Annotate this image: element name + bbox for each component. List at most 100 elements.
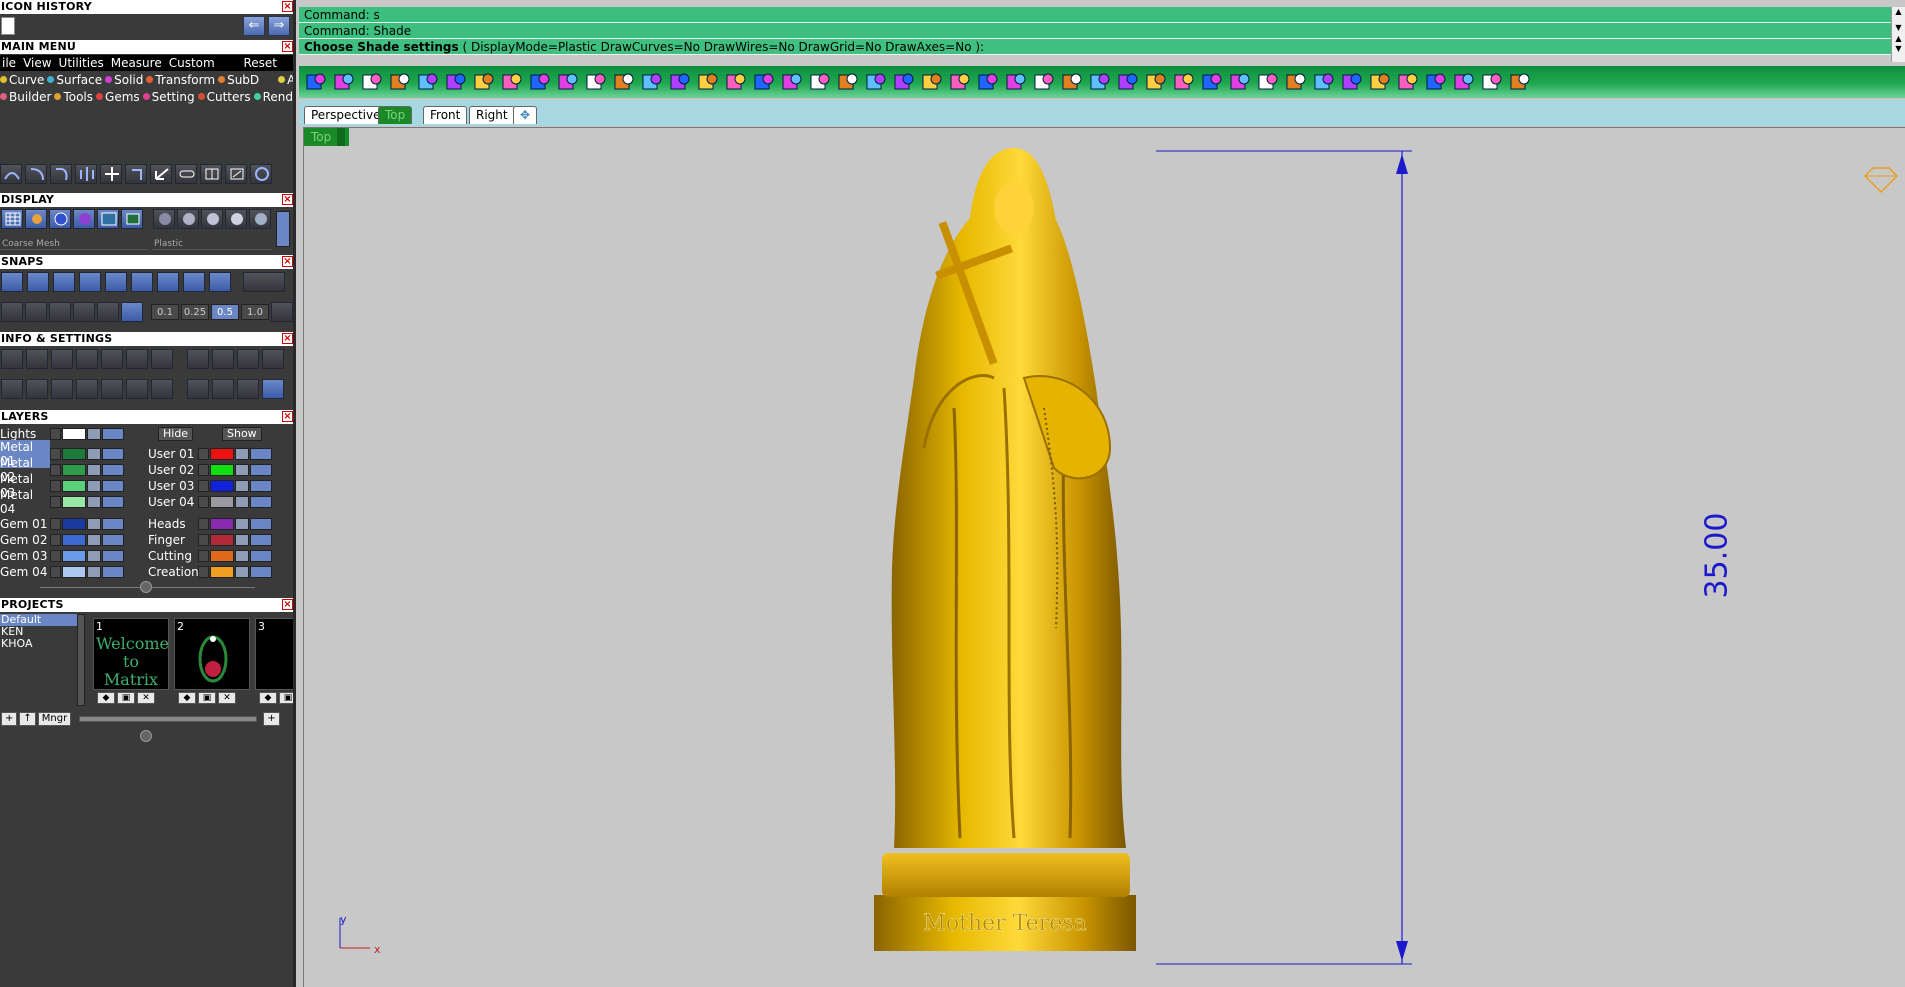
layer-color-swatch[interactable] [62, 496, 86, 508]
filter-icon[interactable] [101, 379, 123, 399]
command-prompt[interactable]: Choose Shade settings ( DisplayMode=Plas… [299, 39, 1891, 55]
lock-icon[interactable] [87, 518, 101, 530]
material-sphere-icon-3[interactable] [201, 209, 223, 229]
toolbar-tool-icon-33[interactable] [1200, 70, 1224, 94]
scale-tool-icon[interactable] [150, 164, 172, 184]
lights-color[interactable] [62, 428, 86, 440]
menu-chip-surface[interactable]: Surface [47, 72, 102, 88]
circle-tool-icon[interactable] [250, 164, 272, 184]
layer-color-swatch[interactable] [210, 448, 234, 460]
snap-value-0[interactable]: 0.1 [151, 304, 179, 320]
curve-tool-icon[interactable] [0, 164, 22, 184]
lights-toggle[interactable] [50, 428, 61, 440]
layer-row-metal-04[interactable]: Metal 04 [0, 488, 124, 516]
material-sphere-icon-5[interactable] [249, 209, 271, 229]
snap-value-1[interactable]: 0.25 [181, 304, 209, 320]
layer-visibility[interactable] [102, 464, 124, 476]
snap-value-2[interactable]: 0.5 [211, 304, 239, 320]
projects-scrollbar[interactable] [79, 716, 258, 722]
projects-expand-icon[interactable] [140, 730, 152, 742]
lock-icon[interactable] [235, 550, 249, 562]
snap-near-icon[interactable] [183, 272, 205, 292]
scroll-down-icon[interactable]: ▼ [1892, 23, 1905, 33]
project-list-scrollbar[interactable] [77, 614, 85, 706]
toolbar-tool-icon-6[interactable] [444, 70, 468, 94]
toolbar-tool-icon-13[interactable] [640, 70, 664, 94]
tab-right[interactable]: Right [469, 106, 515, 124]
close-icon[interactable]: × [282, 41, 293, 52]
grid-icon[interactable] [1, 302, 23, 322]
history-back-button[interactable]: ⇐ [243, 16, 265, 36]
viewport-top[interactable]: Top 35.00 y x Mother Teresa [303, 127, 1905, 987]
menu-chip-tools[interactable]: Tools [54, 89, 93, 105]
toolbar-tool-icon-7[interactable] [472, 70, 496, 94]
layer-visibility[interactable] [250, 448, 272, 460]
layer-toggle[interactable] [198, 534, 209, 546]
layer-toggle[interactable] [50, 534, 61, 546]
toolbar-tool-icon-12[interactable] [612, 70, 636, 94]
lock-icon[interactable] [87, 550, 101, 562]
layer-color-swatch[interactable] [62, 480, 86, 492]
thumb-up-icon[interactable]: ◆ [259, 692, 277, 704]
toolbar-tool-icon-20[interactable] [836, 70, 860, 94]
layer-row-user-04[interactable]: User 04 [148, 495, 272, 509]
history-forward-button[interactable]: ⇒ [268, 16, 290, 36]
layer-toggle[interactable] [198, 550, 209, 562]
layer-row-cutting[interactable]: Cutting [148, 549, 272, 563]
move-tool-icon[interactable] [100, 164, 122, 184]
layer-name[interactable]: User 04 [148, 495, 198, 509]
toolbar-tool-icon-22[interactable] [892, 70, 916, 94]
layer-toggle[interactable] [198, 448, 209, 460]
layer-toggle[interactable] [50, 480, 61, 492]
arc-tool-icon[interactable] [25, 164, 47, 184]
thumb-save-icon[interactable]: ▣ [117, 692, 135, 704]
menu-custom[interactable]: Custom [167, 55, 220, 71]
project-thumb-1[interactable]: 1 Welcome to Matrix [93, 618, 169, 690]
hide-button[interactable]: Hide [158, 427, 194, 441]
close-icon[interactable]: × [282, 1, 293, 12]
toolbar-tool-icon-42[interactable] [1452, 70, 1476, 94]
lock-icon[interactable] [235, 464, 249, 476]
close-icon[interactable]: × [282, 333, 293, 344]
layer-visibility[interactable] [102, 518, 124, 530]
layer-visibility[interactable] [250, 566, 272, 578]
lights-lock-icon[interactable] [87, 428, 101, 440]
toolbar-tool-icon-16[interactable] [724, 70, 748, 94]
layer-visibility[interactable] [102, 448, 124, 460]
thumb-delete-icon[interactable]: ✕ [218, 692, 236, 704]
lock-icon[interactable] [87, 464, 101, 476]
toolbar-tool-icon-28[interactable] [1060, 70, 1084, 94]
layer-color-swatch[interactable] [62, 448, 86, 460]
menu-chip-transform[interactable]: Transform [146, 72, 215, 88]
layer-row-user-02[interactable]: User 02 [148, 463, 272, 477]
prong-tool-icon[interactable] [237, 379, 259, 399]
menu-chip-curve[interactable]: Curve [0, 72, 44, 88]
document-info-icon[interactable] [101, 349, 123, 369]
layer-color-swatch[interactable] [62, 464, 86, 476]
layer-name[interactable]: User 03 [148, 479, 198, 493]
edit-icon[interactable] [126, 349, 148, 369]
toolbar-tool-icon-27[interactable] [1032, 70, 1056, 94]
scroll-down-icon-2[interactable]: ▼ [1892, 44, 1905, 54]
layer-name[interactable]: Metal 04 [0, 488, 50, 516]
toolbar-tool-icon-34[interactable] [1228, 70, 1252, 94]
prompt-options[interactable]: ( DisplayMode=Plastic DrawCurves=No Draw… [462, 40, 984, 54]
layer-toggle[interactable] [50, 518, 61, 530]
snap-perp-icon[interactable] [79, 272, 101, 292]
command-scrollbar[interactable]: ▲ ▼ ▲ ▼ [1891, 7, 1905, 62]
menu-chip-subd[interactable]: SubD [218, 72, 259, 88]
menu-chip-builder[interactable]: Builder [0, 89, 51, 105]
layer-visibility[interactable] [250, 550, 272, 562]
toolbar-tool-icon-44[interactable] [1508, 70, 1532, 94]
toolbar-tool-icon-38[interactable] [1340, 70, 1364, 94]
tab-top[interactable]: Top [378, 106, 413, 124]
layer-toggle[interactable] [50, 448, 61, 460]
layer-row-finger[interactable]: Finger [148, 533, 272, 547]
lock-icon[interactable] [235, 448, 249, 460]
toolbar-tool-icon-41[interactable] [1424, 70, 1448, 94]
select-points-icon[interactable] [126, 379, 148, 399]
toolbar-tool-icon-14[interactable] [668, 70, 692, 94]
layer-name[interactable]: Gem 03 [0, 549, 50, 563]
snap-value-3[interactable]: 1.0 [241, 304, 269, 320]
rotate-tool-icon[interactable] [125, 164, 147, 184]
